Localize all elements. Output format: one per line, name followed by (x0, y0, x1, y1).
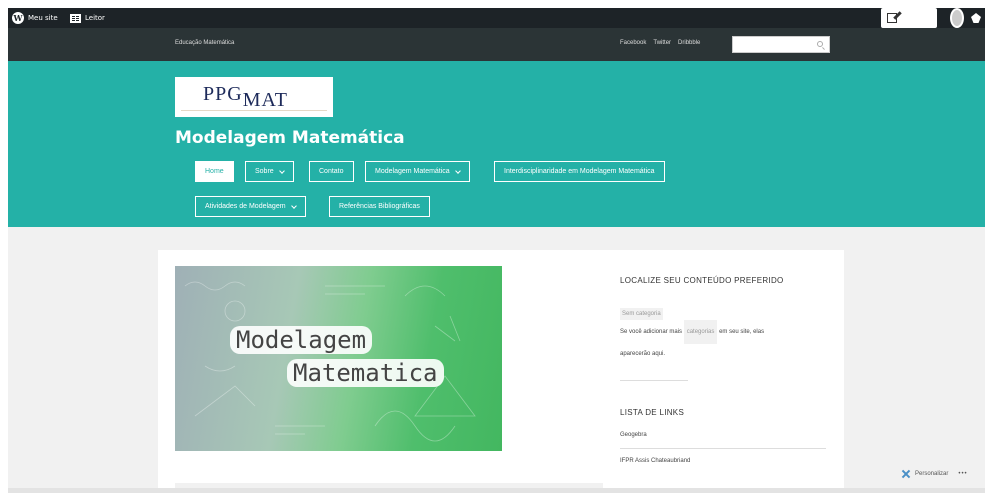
facebook-link[interactable]: Facebook (620, 40, 646, 46)
dribbble-link[interactable]: Dribbble (678, 40, 700, 46)
notifications-button[interactable] (971, 8, 981, 28)
my-site-label: Meu site (28, 14, 58, 22)
my-site-button[interactable]: W Meu site (12, 8, 58, 28)
logo-text-ppg: PPG (203, 83, 243, 105)
menu-item-sobre[interactable]: Sobre (245, 161, 294, 182)
bottom-scroll-edge (8, 488, 985, 493)
wordpress-icon: W (12, 12, 24, 24)
menu-label-referencias: Referências Bibliográficas (339, 203, 420, 210)
notification-icon (971, 13, 981, 23)
customize-button[interactable]: Personalizar ••• (901, 466, 968, 482)
chevron-down-icon (278, 167, 285, 174)
write-button[interactable]: Escrever (881, 8, 938, 28)
reader-label: Leitor (85, 14, 105, 22)
social-links: Facebook Twitter Dribbble (620, 40, 700, 46)
customize-label: Personalizar (915, 471, 949, 477)
categories-text-after: em seu site, elas (719, 329, 765, 335)
write-label: Escrever (901, 14, 932, 22)
more-icon[interactable]: ••• (958, 471, 967, 477)
widget-title-categories: LOCALIZE SEU CONTEÚDO PREFERIDO (620, 276, 784, 285)
menu-item-modelagem[interactable]: Modelagem Matemática (365, 161, 470, 182)
twitter-link[interactable]: Twitter (653, 40, 671, 46)
categories-link[interactable]: categorias (683, 320, 718, 344)
widget-title-links: LISTA DE LINKS (620, 408, 685, 417)
featured-image[interactable]: Modelagem Matematica (175, 266, 502, 451)
category-tag[interactable]: Sem categoria (620, 308, 663, 320)
menu-label-interdisciplinaridade: Interdisciplinaridade em Modelagem Matem… (504, 168, 655, 175)
menu-label-atividades: Atividades de Modelagem (205, 203, 286, 210)
link-divider (620, 448, 826, 449)
categories-message: Se você adicionar mais categorias em seu… (620, 320, 830, 364)
menu-label-home: Home (205, 168, 224, 175)
avatar[interactable] (950, 8, 964, 28)
reader-icon (70, 13, 81, 23)
menu-label-modelagem: Modelagem Matemática (375, 168, 450, 175)
site-name-link[interactable]: Educação Matemática (175, 40, 234, 46)
menu-label-sobre: Sobre (255, 168, 274, 175)
search-icon[interactable] (817, 41, 823, 47)
menu-item-atividades[interactable]: Atividades de Modelagem (195, 196, 306, 217)
site-top-nav: Educação Matemática Facebook Twitter Dri… (8, 28, 985, 61)
menu-item-contato[interactable]: Contato (309, 161, 354, 182)
search-input[interactable] (733, 37, 813, 52)
reader-button[interactable]: Leitor (70, 8, 105, 28)
site-title[interactable]: Modelagem Matemática (175, 128, 405, 148)
featured-text-line2: Matematica (287, 359, 444, 387)
categories-text-line2: aparecerão aqui. (620, 351, 666, 357)
link-ifpr[interactable]: IFPR Assis Chateaubriand (620, 458, 690, 464)
menu-item-interdisciplinaridade[interactable]: Interdisciplinaridade em Modelagem Matem… (494, 161, 665, 182)
pencil-icon (887, 13, 897, 23)
link-geogebra[interactable]: Geogebra (620, 432, 647, 438)
search-box (732, 36, 830, 53)
admin-bar: W Meu site Leitor Escrever (8, 8, 985, 28)
categories-text-before: Se você adicionar mais (620, 329, 683, 335)
featured-text-line1: Modelagem (230, 326, 373, 354)
site-header: PPGMAT Modelagem Matemática Home Sobre C… (8, 61, 985, 227)
logo-text: PPGMAT (203, 83, 288, 111)
content-card: Modelagem Matematica LOCALIZE SEU CONTEÚ… (158, 250, 844, 493)
site-logo[interactable]: PPGMAT (175, 77, 333, 117)
browser-viewport: W Meu site Leitor Escrever Educação Mate… (8, 8, 985, 493)
chevron-down-icon (454, 167, 461, 174)
logo-underline (181, 110, 327, 111)
menu-item-home[interactable]: Home (195, 161, 234, 182)
menu-label-contato: Contato (319, 168, 344, 175)
tools-icon (901, 469, 911, 479)
widget-divider (620, 380, 688, 381)
menu-item-referencias[interactable]: Referências Bibliográficas (329, 196, 430, 217)
chevron-down-icon (290, 202, 297, 209)
logo-text-mat: MAT (242, 89, 288, 111)
